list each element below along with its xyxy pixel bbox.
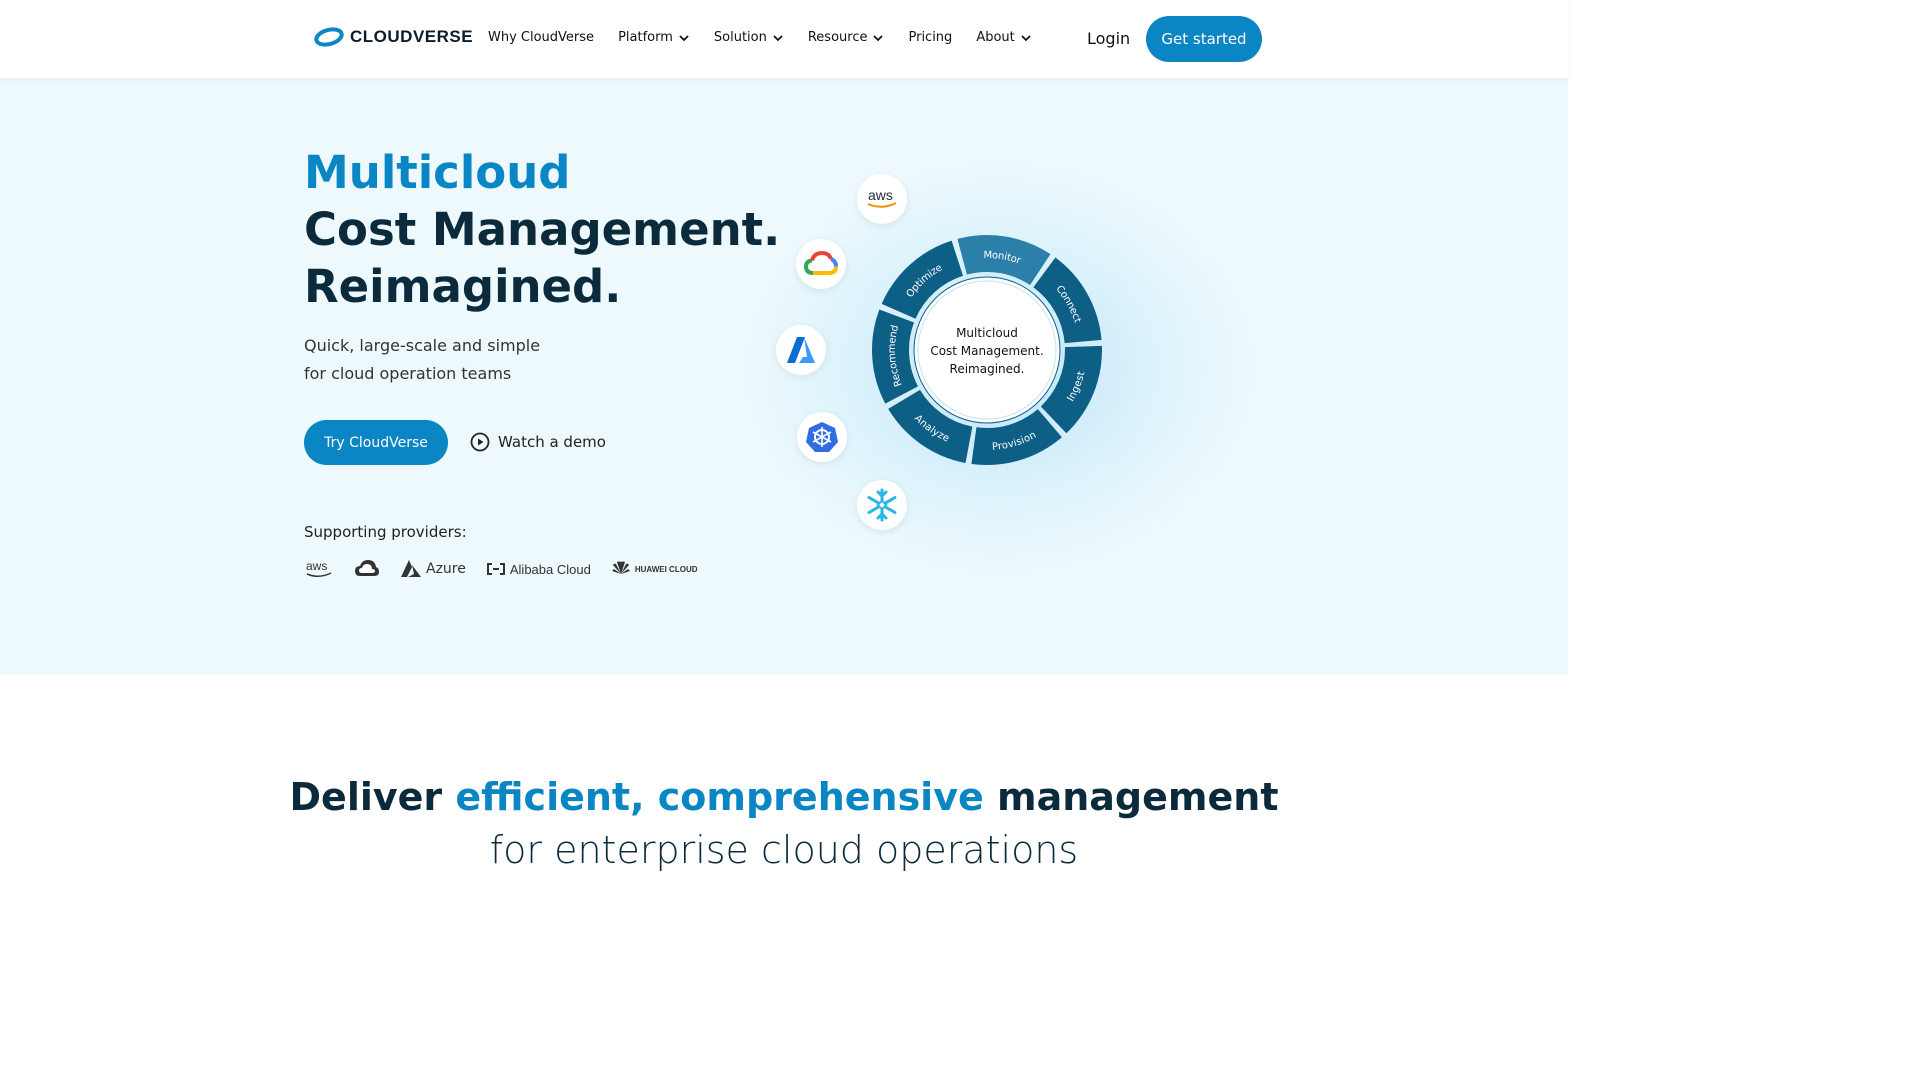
- aws-text: aws: [306, 559, 327, 573]
- aws-icon: aws: [306, 559, 332, 577]
- nav-item-platform[interactable]: Platform: [618, 30, 690, 45]
- logo-text: CLOUDVERSE: [350, 27, 474, 46]
- heading-part2: management: [983, 775, 1279, 819]
- try-cloudverse-button[interactable]: Try CloudVerse: [304, 420, 448, 465]
- login-link[interactable]: Login: [1087, 29, 1130, 48]
- azure-bubble: [776, 325, 826, 375]
- hero-subtitle-line2: for cloud operation teams: [304, 364, 512, 383]
- azure-icon: [401, 560, 421, 577]
- center-line2: Cost Management.: [930, 344, 1044, 358]
- nav-item-about[interactable]: About: [976, 30, 1031, 45]
- nav-item-why-cloudverse[interactable]: Why CloudVerse: [488, 30, 594, 45]
- logo[interactable]: CLOUDVERSE: [314, 26, 473, 48]
- hero-section: Multicloud Cost Management. Reimagined. …: [0, 78, 1568, 675]
- nav-item-resource[interactable]: Resource: [808, 30, 885, 45]
- kubernetes-bubble: [797, 412, 847, 462]
- aws-bubble-text: aws: [868, 187, 893, 203]
- hero-title: Multicloud Cost Management. Reimagined.: [304, 144, 780, 315]
- kubernetes-icon: [806, 422, 838, 452]
- section-heading: Deliver efficient, comprehensive managem…: [0, 772, 1568, 822]
- azure-logo: Azure: [400, 559, 466, 579]
- snowflake-icon: [867, 488, 897, 522]
- nav-item-label: Solution: [713, 30, 767, 45]
- heading-part1: Deliver: [289, 775, 456, 819]
- huawei-flower-icon: [611, 561, 630, 574]
- provider-logos: aws Azure Alibaba Cloud HUAWEI CLOUD: [304, 558, 698, 580]
- diagram-center-text: Multicloud Cost Management. Reimagined.: [916, 324, 1058, 378]
- alibaba-bracket-icon: [486, 563, 505, 575]
- hero-subtitle: Quick, large-scale and simple for cloud …: [304, 332, 540, 388]
- alibaba-label: Alibaba Cloud: [509, 561, 591, 577]
- nav-item-label: Why CloudVerse: [488, 30, 595, 45]
- watch-demo-link[interactable]: Watch a demo: [470, 432, 606, 452]
- hero-title-line3: Reimagined.: [304, 260, 622, 313]
- watch-demo-label: Watch a demo: [498, 433, 606, 451]
- aws-icon: aws: [867, 187, 897, 208]
- hero-title-accent: Multicloud: [304, 146, 571, 199]
- supporting-providers-label: Supporting providers:: [304, 523, 467, 541]
- top-navigation: CLOUDVERSE Why CloudVerse Platform Solut…: [0, 0, 1568, 78]
- snowflake-bubble: [857, 480, 907, 530]
- nav-item-label: Resource: [807, 30, 868, 45]
- cloudverse-logo-icon: [314, 27, 344, 47]
- google-cloud-icon: [804, 251, 838, 275]
- aws-bubble: aws: [857, 174, 907, 224]
- center-line1: Multicloud: [956, 326, 1018, 340]
- google-cloud-logo: [354, 558, 380, 580]
- chevron-down-icon: [679, 34, 689, 41]
- google-cloud-icon: [355, 560, 379, 576]
- azure-icon: [787, 337, 815, 363]
- play-circle-icon: [470, 432, 490, 452]
- chevron-down-icon: [873, 34, 884, 41]
- aws-logo: aws: [304, 558, 334, 580]
- center-line3: Reimagined.: [949, 362, 1025, 376]
- alibaba-cloud-logo: Alibaba Cloud: [486, 562, 591, 577]
- google-cloud-bubble: [796, 239, 846, 289]
- nav-item-label: Pricing: [908, 30, 953, 45]
- nav-menu: Why CloudVerse Platform Solution Resourc…: [488, 30, 1032, 45]
- hero-subtitle-line1: Quick, large-scale and simple: [304, 336, 541, 355]
- huawei-label: HUAWEI CLOUD: [634, 564, 698, 574]
- nav-item-label: Platform: [618, 30, 673, 45]
- chevron-down-icon: [773, 34, 783, 41]
- section-subheading: for enterprise cloud operations: [489, 828, 1079, 872]
- heading-accent: efficient, comprehensive: [455, 775, 984, 819]
- huawei-cloud-logo: HUAWEI CLOUD: [611, 560, 698, 578]
- chevron-down-icon: [1021, 34, 1031, 41]
- azure-label: Azure: [426, 561, 466, 577]
- get-started-button[interactable]: Get started: [1146, 16, 1262, 62]
- hero-title-line2: Cost Management.: [304, 203, 781, 256]
- nav-item-label: About: [976, 30, 1015, 45]
- nav-item-pricing[interactable]: Pricing: [908, 30, 952, 45]
- nav-item-solution[interactable]: Solution: [714, 30, 784, 45]
